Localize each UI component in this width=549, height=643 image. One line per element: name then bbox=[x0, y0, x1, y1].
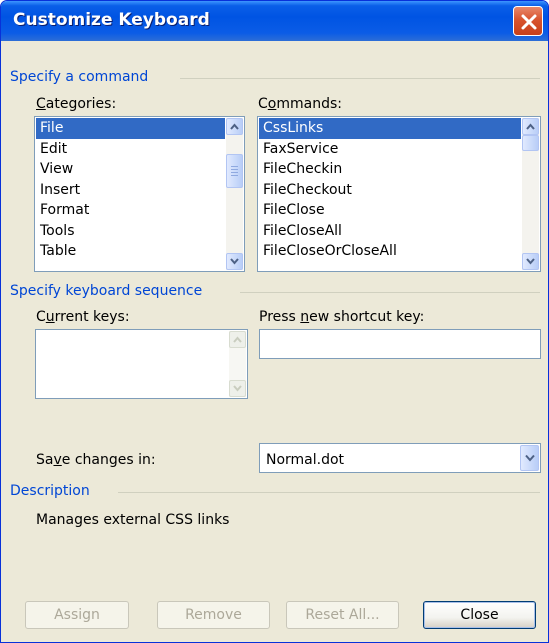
new-shortcut-label: Press new shortcut key: bbox=[259, 309, 425, 325]
save-changes-value: Normal.dot bbox=[266, 452, 345, 468]
categories-scrollbar[interactable] bbox=[226, 118, 243, 270]
commands-scroll-down-button[interactable] bbox=[522, 253, 539, 270]
list-item[interactable]: Insert bbox=[36, 180, 225, 201]
current-keys-scroll-down-button bbox=[229, 380, 246, 397]
list-item[interactable]: FileCheckout bbox=[259, 180, 521, 201]
group-divider bbox=[240, 292, 540, 293]
list-item[interactable]: File bbox=[36, 118, 225, 139]
title-bar[interactable]: Customize Keyboard bbox=[1, 1, 548, 41]
current-keys-scrollbar bbox=[229, 331, 246, 397]
close-button[interactable]: Close bbox=[423, 601, 536, 629]
commands-scroll-thumb[interactable] bbox=[522, 135, 539, 151]
specify-command-group-label: Specify a command bbox=[10, 69, 149, 85]
categories-scroll-down-button[interactable] bbox=[226, 253, 243, 270]
current-keys-label: Current keys: bbox=[36, 309, 130, 325]
commands-listbox[interactable]: CssLinks FaxService FileCheckin FileCheckou… bbox=[257, 116, 541, 272]
commands-items: CssLinks FaxService FileCheckin FileCheckou… bbox=[259, 118, 521, 262]
list-item[interactable]: FaxService bbox=[259, 139, 521, 160]
categories-items: File Edit View Insert Format Tools Table bbox=[36, 118, 225, 262]
group-divider bbox=[118, 492, 540, 493]
list-item[interactable]: CssLinks bbox=[259, 118, 521, 139]
save-changes-dropdown-button[interactable] bbox=[520, 445, 539, 471]
chevron-down-icon bbox=[233, 385, 242, 392]
group-divider bbox=[180, 78, 540, 79]
commands-label: Commands: bbox=[258, 96, 342, 112]
list-item[interactable]: FileClose bbox=[259, 200, 521, 221]
close-x-icon bbox=[521, 14, 537, 30]
list-item[interactable]: View bbox=[36, 159, 225, 180]
chevron-up-icon bbox=[526, 123, 535, 130]
description-text: Manages external CSS links bbox=[36, 512, 230, 528]
categories-label: Categories: bbox=[36, 96, 117, 112]
save-changes-label: Save changes in: bbox=[36, 452, 156, 468]
chevron-down-icon bbox=[525, 454, 535, 462]
commands-scroll-up-button[interactable] bbox=[522, 118, 539, 135]
chevron-down-icon bbox=[230, 258, 239, 265]
list-item[interactable]: Tools bbox=[36, 221, 225, 242]
categories-scroll-thumb[interactable] bbox=[226, 154, 243, 188]
current-keys-listbox[interactable] bbox=[35, 329, 248, 399]
commands-scrollbar[interactable] bbox=[522, 118, 539, 270]
list-item[interactable]: Edit bbox=[36, 139, 225, 160]
current-keys-scroll-up-button bbox=[229, 331, 246, 348]
remove-button: Remove bbox=[157, 601, 270, 629]
chevron-up-icon bbox=[233, 336, 242, 343]
save-changes-dropdown[interactable]: Normal.dot bbox=[259, 443, 541, 473]
new-shortcut-input[interactable] bbox=[259, 329, 541, 359]
keyboard-sequence-group-label: Specify keyboard sequence bbox=[10, 283, 203, 299]
list-item[interactable]: Format bbox=[36, 200, 225, 221]
dialog-body: Specify a command Categories: File Edit Vi… bbox=[4, 41, 545, 640]
categories-listbox[interactable]: File Edit View Insert Format Tools Table bbox=[34, 116, 245, 272]
description-group-label: Description bbox=[10, 483, 90, 499]
customize-keyboard-dialog: Customize Keyboard Specify a command Cat… bbox=[0, 0, 549, 643]
dialog-title: Customize Keyboard bbox=[13, 10, 210, 30]
chevron-up-icon bbox=[230, 123, 239, 130]
list-item[interactable]: FileCheckin bbox=[259, 159, 521, 180]
list-item[interactable]: Table bbox=[36, 241, 225, 262]
title-close-button[interactable] bbox=[513, 6, 543, 36]
list-item[interactable]: FileCloseOrCloseAll bbox=[259, 241, 521, 262]
categories-scroll-up-button[interactable] bbox=[226, 118, 243, 135]
chevron-down-icon bbox=[526, 258, 535, 265]
reset-all-button: Reset All... bbox=[286, 601, 399, 629]
assign-button: Assign bbox=[25, 601, 129, 629]
list-item[interactable]: FileCloseAll bbox=[259, 221, 521, 242]
